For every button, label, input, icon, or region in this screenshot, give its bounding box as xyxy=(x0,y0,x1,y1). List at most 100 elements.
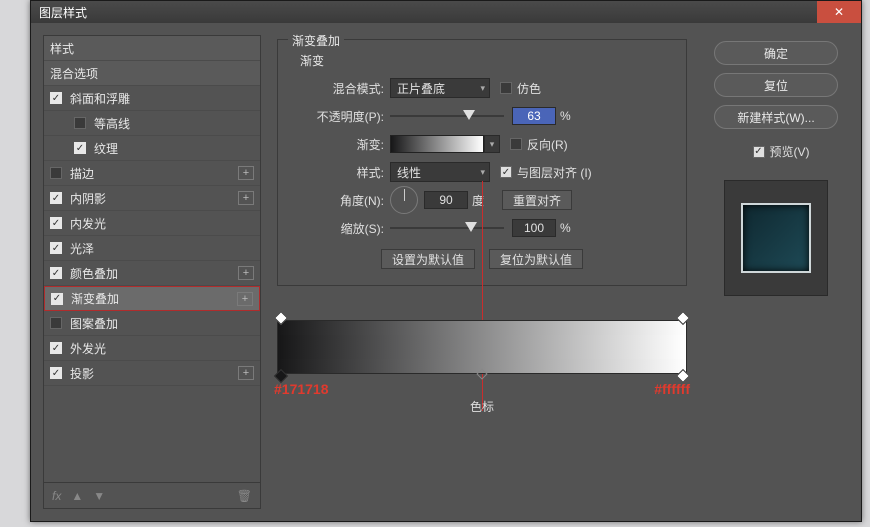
reset-default-button[interactable]: 复位为默认值 xyxy=(489,249,583,269)
arrow-up-icon[interactable]: ▲ xyxy=(71,489,83,503)
style-item-3[interactable]: 描边 + xyxy=(44,161,260,186)
gradient-overlay-panel: 渐变叠加 渐变 混合模式: 正片叠底 ▾ 仿色 不透明度(P): xyxy=(271,35,693,509)
style-checkbox[interactable]: ✓ xyxy=(50,217,62,229)
style-checkbox[interactable]: ✓ xyxy=(51,293,63,305)
dither-checkbox[interactable] xyxy=(500,82,512,94)
cancel-button[interactable]: 复位 xyxy=(714,73,838,97)
style-item-label: 内阴影 xyxy=(70,190,106,207)
style-item-7[interactable]: ✓ 颜色叠加 + xyxy=(44,261,260,286)
style-item-0[interactable]: ✓ 斜面和浮雕 xyxy=(44,86,260,111)
opacity-stop-left[interactable] xyxy=(274,311,288,325)
opacity-label: 不透明度(P): xyxy=(292,108,384,125)
style-checkbox[interactable]: ✓ xyxy=(50,367,62,379)
style-checkbox[interactable]: ✓ xyxy=(74,142,86,154)
gradient-bar[interactable]: #171718 #ffffff xyxy=(277,320,687,374)
style-value: 线性 xyxy=(397,164,421,181)
gradient-preview[interactable] xyxy=(390,135,484,153)
reset-align-button[interactable]: 重置对齐 xyxy=(502,190,572,210)
styles-list: 样式 混合选项 ✓ 斜面和浮雕等高线✓纹理描边 + ✓ 内阴影 + ✓ 内发光 ✓ 光泽 ✓ 颜色叠加… xyxy=(43,35,261,509)
style-checkbox[interactable] xyxy=(50,317,62,329)
ok-button[interactable]: 确定 xyxy=(714,41,838,65)
style-checkbox[interactable]: ✓ xyxy=(50,192,62,204)
trash-icon[interactable]: 🗑 xyxy=(237,489,252,503)
style-checkbox[interactable] xyxy=(74,117,86,129)
panel-sublegend: 渐变 xyxy=(300,52,672,69)
preview-checkbox[interactable]: ✓ xyxy=(753,146,765,158)
set-default-button[interactable]: 设置为默认值 xyxy=(381,249,475,269)
style-dropdown[interactable]: 线性 ▾ xyxy=(390,162,490,182)
preview-label: 预览(V) xyxy=(770,143,810,160)
gradient-dropdown-arrow[interactable]: ▾ xyxy=(484,135,500,153)
angle-input[interactable]: 90 xyxy=(424,191,468,209)
gradient-editor: #171718 #ffffff 色标 xyxy=(277,320,687,415)
hex-left-annotation: #171718 xyxy=(274,381,329,397)
blend-options-header[interactable]: 混合选项 xyxy=(44,61,260,86)
window-title: 图层样式 xyxy=(39,4,87,21)
right-panel: 确定 复位 新建样式(W)... ✓ 预览(V) xyxy=(703,35,849,509)
add-effect-icon[interactable]: + xyxy=(238,366,254,380)
style-item-9[interactable]: 图案叠加 xyxy=(44,311,260,336)
opacity-stop-right[interactable] xyxy=(676,311,690,325)
styles-header: 样式 xyxy=(44,36,260,61)
style-item-8[interactable]: ✓ 渐变叠加 + xyxy=(44,286,260,311)
style-item-5[interactable]: ✓ 内发光 xyxy=(44,211,260,236)
style-item-2[interactable]: ✓纹理 xyxy=(44,136,260,161)
percent-unit: % xyxy=(560,221,571,235)
style-checkbox[interactable] xyxy=(50,167,62,179)
preview-swatch xyxy=(741,203,811,273)
style-item-label: 斜面和浮雕 xyxy=(70,90,130,107)
style-checkbox[interactable]: ✓ xyxy=(50,92,62,104)
blend-mode-label: 混合模式: xyxy=(292,80,384,97)
style-item-label: 渐变叠加 xyxy=(71,290,119,307)
midpoint-stop[interactable] xyxy=(476,368,487,379)
chevron-down-icon: ▾ xyxy=(480,83,485,94)
style-item-label: 光泽 xyxy=(70,240,94,257)
opacity-input[interactable]: 63 xyxy=(512,107,556,125)
chevron-down-icon: ▾ xyxy=(480,167,485,178)
reverse-checkbox[interactable] xyxy=(510,138,522,150)
align-checkbox[interactable]: ✓ xyxy=(500,166,512,178)
panel-legend: 渐变叠加 xyxy=(288,32,344,49)
angle-dial[interactable] xyxy=(390,186,418,214)
style-label: 样式: xyxy=(292,164,384,181)
style-item-label: 投影 xyxy=(70,365,94,382)
close-button[interactable]: ✕ xyxy=(817,1,861,23)
styles-bottom-bar: fx ▲ ▼ 🗑 xyxy=(44,482,260,508)
close-icon: ✕ xyxy=(834,5,844,19)
style-item-label: 内发光 xyxy=(70,215,106,232)
fx-icon[interactable]: fx xyxy=(52,489,61,503)
add-effect-icon[interactable]: + xyxy=(238,166,254,180)
style-item-label: 颜色叠加 xyxy=(70,265,118,282)
style-checkbox[interactable]: ✓ xyxy=(50,267,62,279)
percent-unit: % xyxy=(560,109,571,123)
style-item-label: 图案叠加 xyxy=(70,315,118,332)
stops-label: 色标 xyxy=(277,398,687,415)
add-effect-icon[interactable]: + xyxy=(238,191,254,205)
style-checkbox[interactable]: ✓ xyxy=(50,342,62,354)
layer-style-dialog: 图层样式 ✕ 样式 混合选项 ✓斜面和浮雕等高线✓纹理描边+✓内阴影+✓内发光✓… xyxy=(30,0,862,522)
style-item-10[interactable]: ✓ 外发光 xyxy=(44,336,260,361)
hex-right-annotation: #ffffff xyxy=(654,381,690,397)
style-item-4[interactable]: ✓ 内阴影 + xyxy=(44,186,260,211)
style-item-11[interactable]: ✓ 投影 + xyxy=(44,361,260,386)
titlebar[interactable]: 图层样式 ✕ xyxy=(31,1,861,23)
scale-slider[interactable] xyxy=(390,219,504,237)
opacity-slider[interactable] xyxy=(390,107,504,125)
style-item-1[interactable]: 等高线 xyxy=(44,111,260,136)
dither-label: 仿色 xyxy=(517,80,541,97)
scale-input[interactable]: 100 xyxy=(512,219,556,237)
add-effect-icon[interactable]: + xyxy=(237,292,253,306)
angle-label: 角度(N): xyxy=(292,192,384,209)
gradient-label: 渐变: xyxy=(292,136,384,153)
style-item-label: 描边 xyxy=(70,165,94,182)
blend-options-label: 混合选项 xyxy=(50,65,98,82)
style-item-label: 外发光 xyxy=(70,340,106,357)
arrow-down-icon[interactable]: ▼ xyxy=(93,489,105,503)
add-effect-icon[interactable]: + xyxy=(238,266,254,280)
blend-mode-dropdown[interactable]: 正片叠底 ▾ xyxy=(390,78,490,98)
style-item-6[interactable]: ✓ 光泽 xyxy=(44,236,260,261)
reverse-label: 反向(R) xyxy=(527,136,568,153)
align-label: 与图层对齐 (I) xyxy=(517,164,592,181)
style-checkbox[interactable]: ✓ xyxy=(50,242,62,254)
new-style-button[interactable]: 新建样式(W)... xyxy=(714,105,838,129)
